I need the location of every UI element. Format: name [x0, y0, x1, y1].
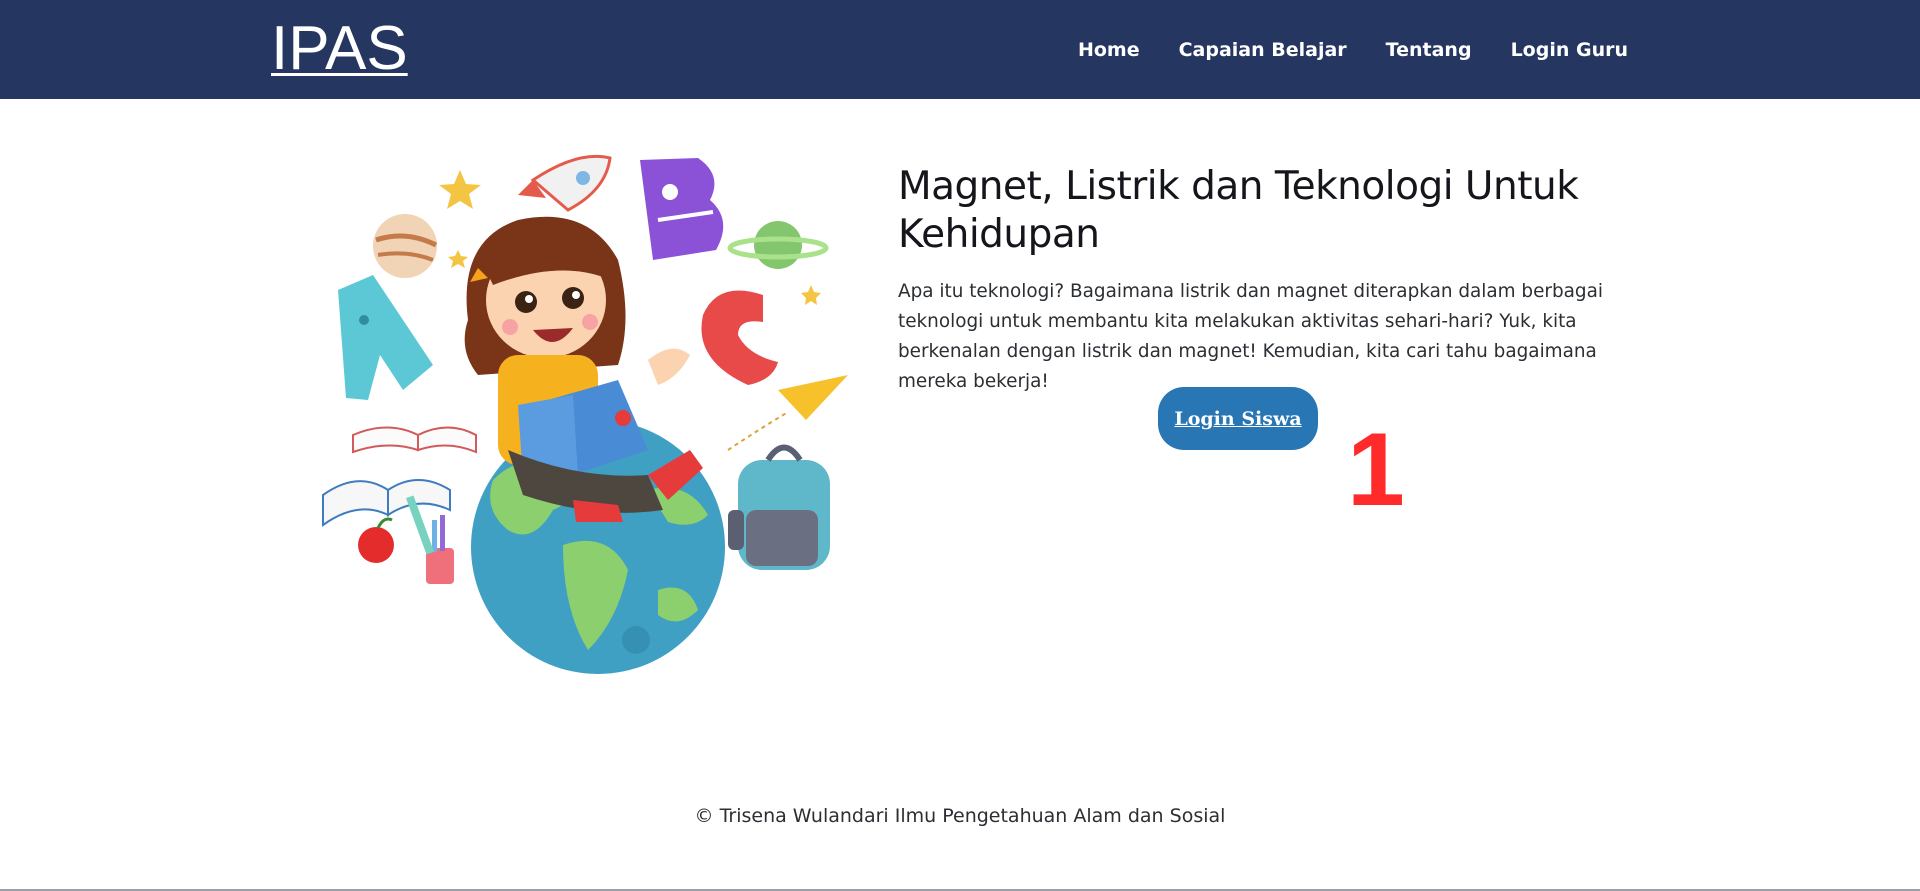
saturn-icon — [727, 221, 829, 269]
hero-content: Magnet, Listrik dan Teknologi Untuk Kehi… — [898, 163, 1650, 397]
letter-a-icon — [338, 275, 433, 400]
planet-icon — [373, 214, 438, 278]
paper-plane-icon — [778, 375, 848, 420]
open-book-icon — [352, 426, 477, 454]
page-title: Magnet, Listrik dan Teknologi Untuk Kehi… — [898, 164, 1579, 257]
nav-capaian-belajar[interactable]: Capaian Belajar — [1179, 36, 1347, 64]
brand-link[interactable]: IPAS — [271, 14, 408, 84]
letter-b-icon — [640, 158, 724, 260]
login-siswa-button[interactable]: Login Siswa — [1158, 387, 1318, 450]
star-right-icon — [801, 285, 821, 305]
annotation-number: 1 — [1347, 412, 1405, 528]
letter-c-icon — [701, 290, 778, 385]
nav-login-guru[interactable]: Login Guru — [1511, 36, 1628, 64]
nav-menu: Home Capaian Belajar Tentang Login Guru — [1078, 36, 1628, 64]
navbar: IPAS Home Capaian Belajar Tentang Login … — [0, 0, 1920, 99]
hero-description: Apa itu teknologi? Bagaimana listrik dan… — [898, 281, 1603, 392]
apple-icon — [358, 517, 394, 563]
star-icon — [439, 170, 481, 209]
backpack-icon — [728, 444, 830, 570]
nav-home[interactable]: Home — [1078, 36, 1140, 64]
hero-illustration — [322, 154, 848, 674]
rocket-icon — [518, 154, 612, 212]
footer-text: © Trisena Wulandari Ilmu Pengetahuan Ala… — [694, 805, 1226, 827]
nav-tentang[interactable]: Tentang — [1386, 36, 1472, 64]
star-small-icon — [448, 250, 468, 268]
